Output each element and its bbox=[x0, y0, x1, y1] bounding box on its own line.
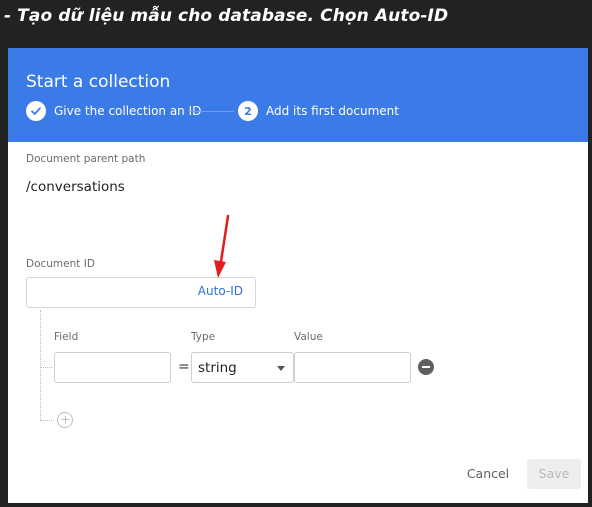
remove-circle-icon[interactable] bbox=[418, 359, 434, 375]
check-circle-icon bbox=[26, 101, 46, 121]
field-label: Field bbox=[54, 331, 79, 343]
value-label: Value bbox=[294, 331, 323, 343]
type-select[interactable]: string bbox=[191, 352, 294, 383]
field-name-input[interactable] bbox=[54, 352, 171, 383]
document-id-input[interactable]: Auto-ID bbox=[26, 277, 256, 308]
equals-sign: = bbox=[178, 359, 190, 375]
step-give-collection-id: Give the collection an ID bbox=[26, 100, 201, 122]
tree-connector-vertical bbox=[40, 310, 41, 420]
type-select-value: string bbox=[198, 360, 237, 376]
step-add-first-document: 2 Add its first document bbox=[238, 100, 399, 122]
dialog-header: Start a collection Give the collection a… bbox=[8, 48, 588, 142]
auto-id-button[interactable]: Auto-ID bbox=[198, 284, 243, 298]
start-collection-dialog: Start a collection Give the collection a… bbox=[8, 48, 588, 503]
parent-path-value: /conversations bbox=[26, 179, 125, 195]
check-icon bbox=[31, 107, 41, 115]
field-value-input[interactable] bbox=[294, 352, 411, 383]
step-2-number: 2 bbox=[238, 101, 258, 121]
type-label: Type bbox=[191, 331, 216, 343]
step-1-label: Give the collection an ID bbox=[54, 104, 202, 118]
add-circle-icon[interactable] bbox=[57, 412, 73, 428]
parent-path-label: Document parent path bbox=[26, 153, 146, 165]
caret-down-icon bbox=[277, 366, 285, 371]
tree-connector-add bbox=[40, 420, 54, 421]
document-id-label: Document ID bbox=[26, 258, 95, 270]
dialog-title: Start a collection bbox=[26, 72, 171, 92]
tree-connector-field bbox=[40, 367, 52, 368]
step-2-label: Add its first document bbox=[266, 104, 399, 118]
instruction-caption: - Tạo dữ liệu mẫu cho database. Chọn Aut… bbox=[4, 6, 449, 26]
cancel-button[interactable]: Cancel bbox=[458, 460, 518, 488]
step-connector bbox=[188, 111, 234, 112]
save-button[interactable]: Save bbox=[527, 459, 581, 489]
